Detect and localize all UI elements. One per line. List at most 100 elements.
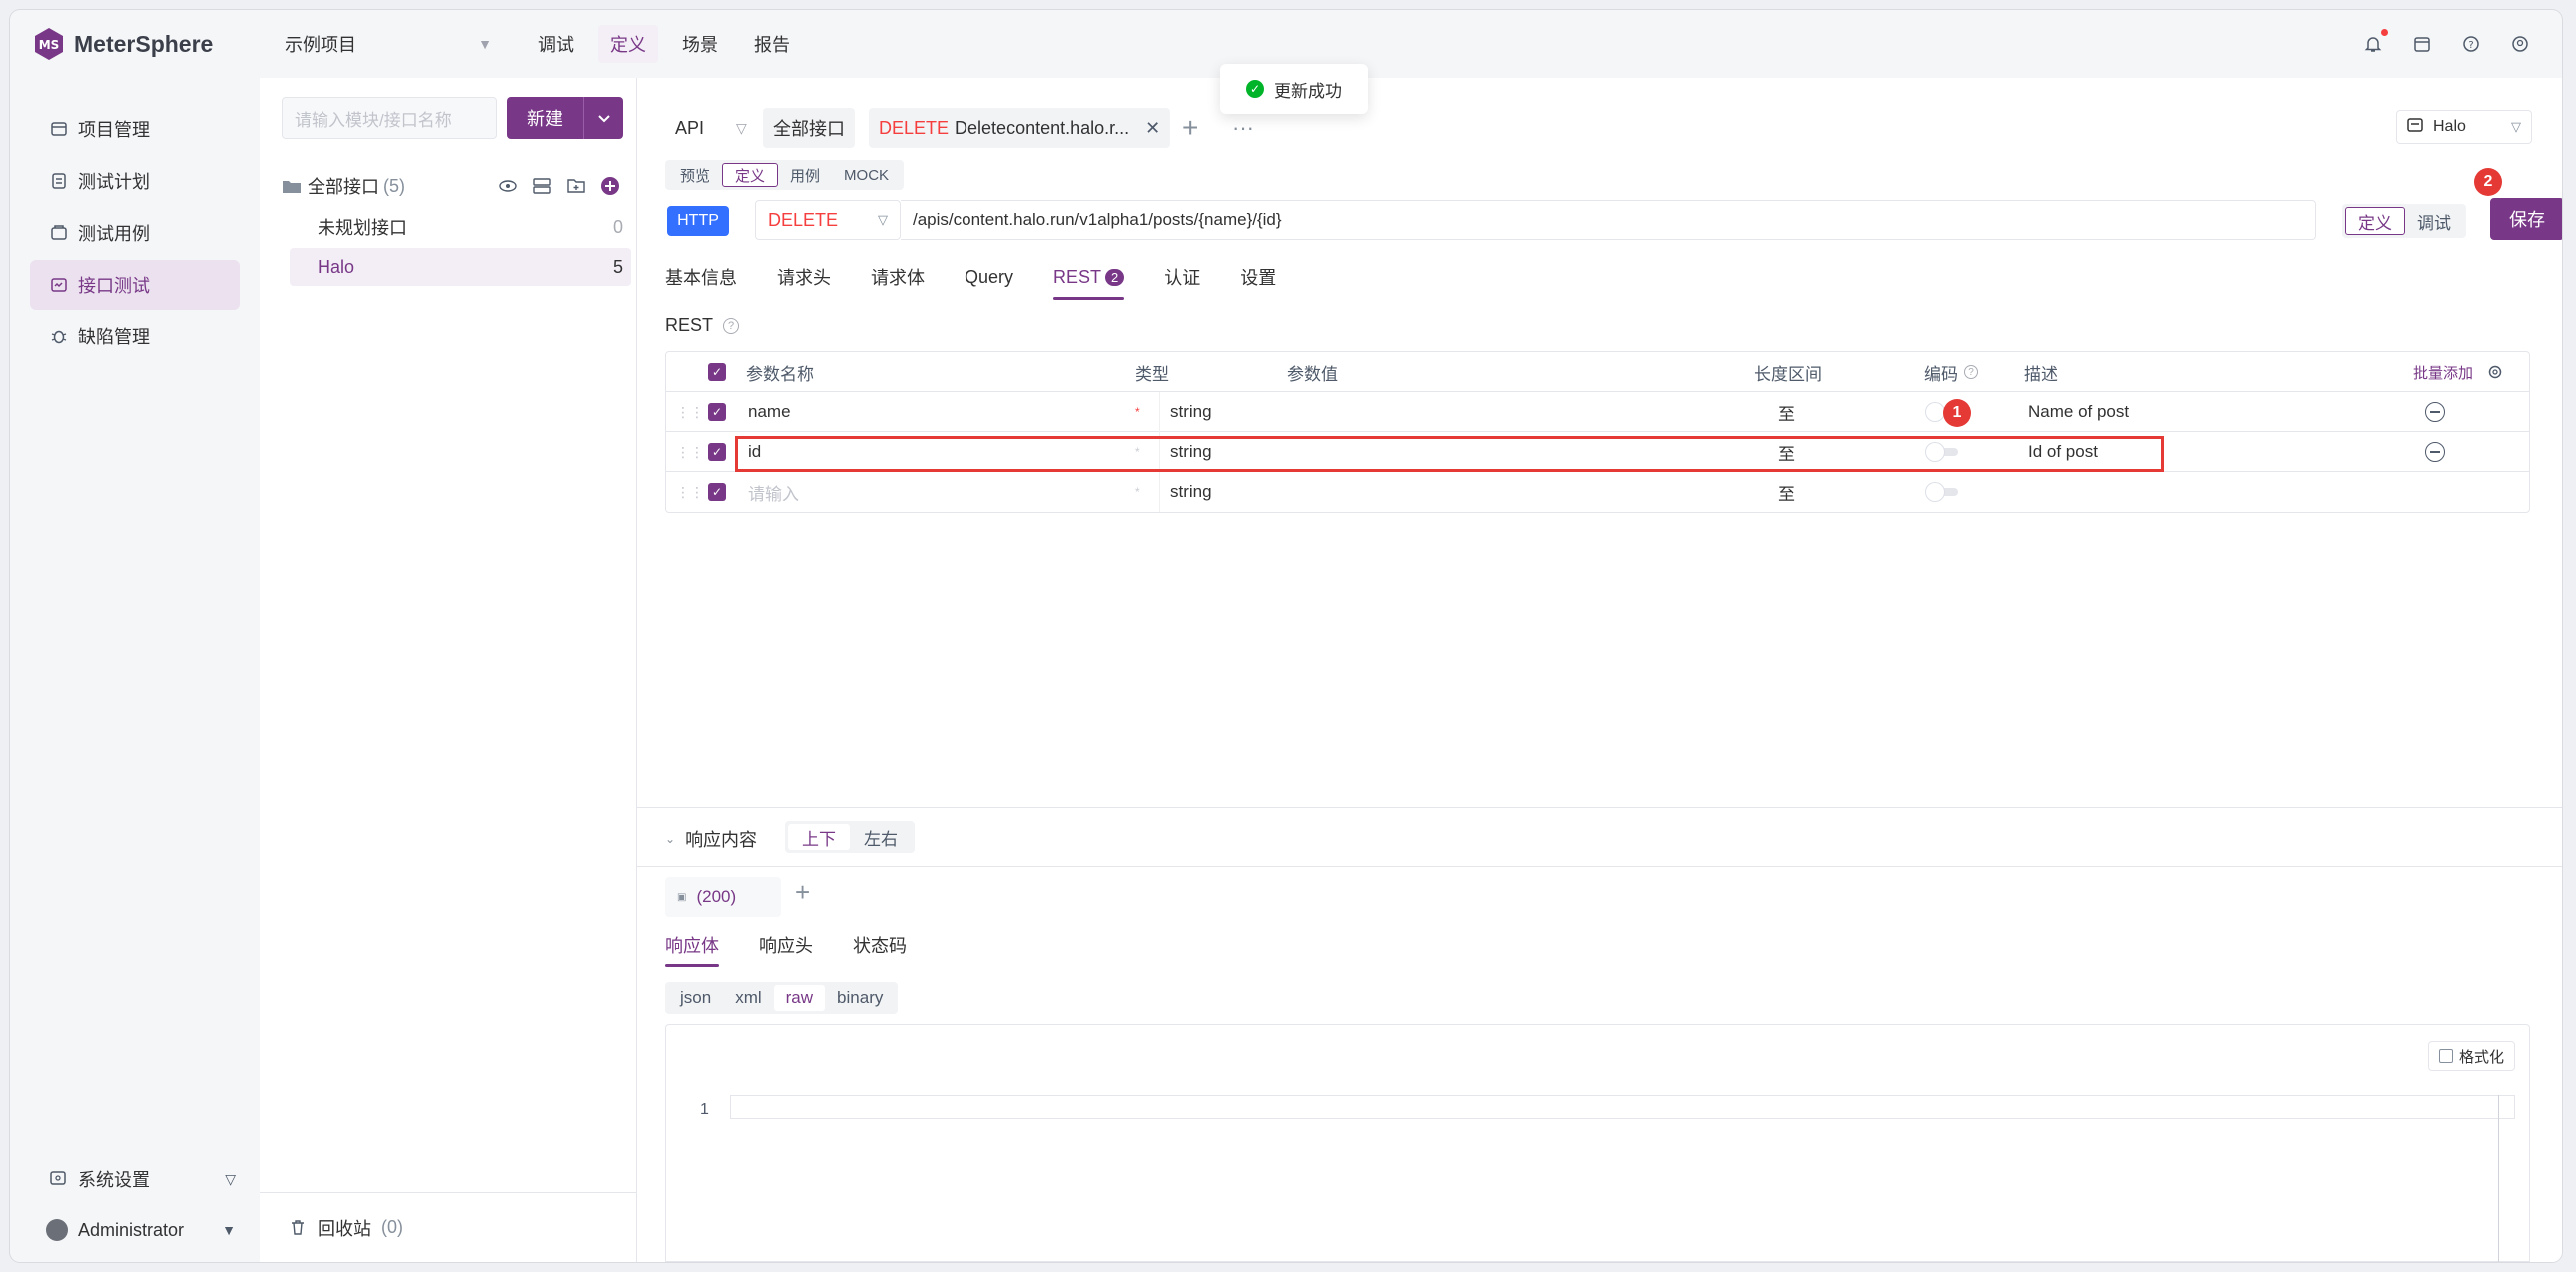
add-tab-icon[interactable]: + [1182, 108, 1198, 148]
response-title: 响应内容 [685, 830, 758, 850]
param-length[interactable]: 至 [1778, 472, 1795, 512]
help-icon[interactable]: ? [2459, 32, 2483, 56]
drag-handle-icon[interactable]: ⋮⋮ [676, 432, 704, 472]
tab-headers[interactable]: 请求头 [777, 254, 831, 300]
user-menu[interactable]: Administrator ▼ [30, 1204, 250, 1256]
encode-toggle[interactable] [1926, 443, 1960, 461]
tab-basic-info[interactable]: 基本信息 [665, 254, 737, 300]
param-type[interactable]: string [1159, 432, 1212, 472]
close-icon[interactable]: ✕ [1145, 118, 1160, 139]
sidebar-item-bug[interactable]: 缺陷管理 [30, 312, 240, 361]
encode-toggle[interactable] [1926, 483, 1960, 501]
tab-settings[interactable]: 设置 [1240, 254, 1276, 300]
gear-icon[interactable] [2487, 352, 2503, 392]
api-type-select[interactable]: API ▽ [675, 108, 747, 148]
format-button[interactable]: 格式化 [2427, 1041, 2515, 1071]
row-checkbox[interactable]: ✓ [708, 443, 726, 461]
toggle-definition[interactable]: 定义 [2345, 207, 2405, 235]
format-xml[interactable]: xml [723, 985, 773, 1011]
environment-select[interactable]: Halo ▽ [2396, 110, 2532, 144]
more-tabs-icon[interactable]: ··· [1232, 108, 1254, 148]
param-name[interactable]: name [748, 392, 791, 432]
layout-horizontal[interactable]: 左右 [850, 824, 912, 850]
sidebar-item-api-test[interactable]: 接口测试 [30, 260, 240, 310]
import-icon[interactable] [531, 175, 553, 197]
tab-all-apis[interactable]: 全部接口 [763, 108, 855, 148]
new-dropdown-button[interactable] [583, 97, 623, 139]
code-editor[interactable]: 格式化 1 [665, 1024, 2530, 1262]
editor-scrollbar[interactable] [2498, 1095, 2499, 1262]
tab-definition[interactable]: 定义 [722, 163, 779, 187]
tab-active-api[interactable]: DELETE Deletecontent.halo.r... ✕ [869, 108, 1171, 148]
param-type[interactable]: string [1159, 472, 1212, 512]
module-root[interactable]: 全部接口 (5) [282, 168, 621, 204]
required-marker[interactable]: * [1135, 472, 1140, 512]
tab-cases[interactable]: 用例 [778, 163, 832, 187]
drag-handle-icon[interactable]: ⋮⋮ [676, 392, 704, 432]
remove-row-icon[interactable] [2425, 442, 2445, 462]
calendar-icon[interactable] [2410, 32, 2434, 56]
rest-section-title: REST ? [665, 316, 740, 336]
tab-body[interactable]: 请求体 [871, 254, 925, 300]
module-node[interactable]: 未规划接口 0 [290, 208, 631, 246]
sidebar-item-plan[interactable]: 测试计划 [30, 156, 240, 206]
layout-vertical[interactable]: 上下 [788, 824, 850, 850]
tab-rest[interactable]: REST 2 [1053, 254, 1125, 300]
project-select[interactable]: 示例项目 ▼ [285, 31, 492, 57]
row-checkbox[interactable]: ✓ [708, 403, 726, 421]
new-button-group: 新建 [507, 97, 623, 139]
add-folder-icon[interactable] [565, 175, 587, 197]
nav-report[interactable]: 报告 [742, 25, 802, 63]
nav-definition[interactable]: 定义 [598, 25, 658, 63]
sidebar-item-case[interactable]: 测试用例 [30, 208, 240, 258]
recycle-bin[interactable]: 回收站 (0) [260, 1192, 636, 1262]
toggle-debug[interactable]: 调试 [2405, 207, 2463, 235]
required-marker[interactable]: * [1135, 432, 1140, 472]
param-length[interactable]: 至 [1778, 392, 1795, 432]
tab-query[interactable]: Query [965, 254, 1013, 300]
tab-response-body[interactable]: 响应体 [665, 922, 719, 967]
batch-add-link[interactable]: 批量添加 [2413, 352, 2473, 392]
select-all-checkbox[interactable]: ✓ [708, 363, 726, 381]
param-desc[interactable]: Name of post [2028, 392, 2129, 432]
eye-icon[interactable] [497, 175, 519, 197]
response-toggle[interactable]: ⌄ 响应内容 [665, 826, 757, 852]
format-raw[interactable]: raw [773, 985, 826, 1011]
method-select[interactable]: DELETE ▽ [755, 200, 901, 240]
drag-handle-icon[interactable]: ⋮⋮ [676, 472, 704, 512]
new-button[interactable]: 新建 [507, 97, 583, 139]
system-settings[interactable]: 系统设置 ▽ [30, 1154, 250, 1204]
save-button[interactable]: 保存 [2490, 198, 2562, 240]
add-response-icon[interactable]: + [795, 877, 810, 908]
help-icon[interactable]: ? [1964, 365, 1978, 379]
environment-name: Halo [2433, 118, 2466, 135]
tab-preview[interactable]: 预览 [668, 163, 722, 187]
param-name[interactable]: id [748, 432, 761, 472]
module-search-input[interactable]: 请输入模块/接口名称 [282, 97, 497, 139]
module-node-halo[interactable]: Halo 5 [290, 248, 631, 286]
tab-response-headers[interactable]: 响应头 [759, 922, 813, 967]
bell-icon[interactable] [2361, 29, 2388, 56]
tab-mock[interactable]: MOCK [832, 163, 901, 187]
param-length[interactable]: 至 [1778, 432, 1795, 472]
nav-scenario[interactable]: 场景 [670, 25, 730, 63]
add-circle-icon[interactable] [599, 175, 621, 197]
url-input[interactable]: /apis/content.halo.run/v1alpha1/posts/{n… [901, 200, 2316, 240]
editor-line[interactable] [730, 1095, 2515, 1119]
param-desc[interactable]: Id of post [2028, 432, 2098, 472]
tab-status-code[interactable]: 状态码 [853, 922, 907, 967]
format-binary[interactable]: binary [825, 985, 895, 1011]
nav-debug[interactable]: 调试 [526, 25, 586, 63]
sidebar-item-project[interactable]: 项目管理 [30, 104, 240, 154]
format-json[interactable]: json [668, 985, 723, 1011]
tab-auth[interactable]: 认证 [1164, 254, 1200, 300]
response-code-tab[interactable]: ▣ (200) [665, 877, 781, 917]
remove-row-icon[interactable] [2425, 402, 2445, 422]
help-icon[interactable]: ? [723, 318, 740, 334]
row-checkbox[interactable]: ✓ [708, 483, 726, 501]
param-name-input[interactable]: 请输入 [748, 472, 799, 512]
param-type[interactable]: string [1159, 392, 1212, 432]
required-marker[interactable]: * [1135, 392, 1140, 432]
app-logo[interactable]: MS MeterSphere [30, 25, 265, 63]
user-settings-icon[interactable] [2508, 32, 2532, 56]
